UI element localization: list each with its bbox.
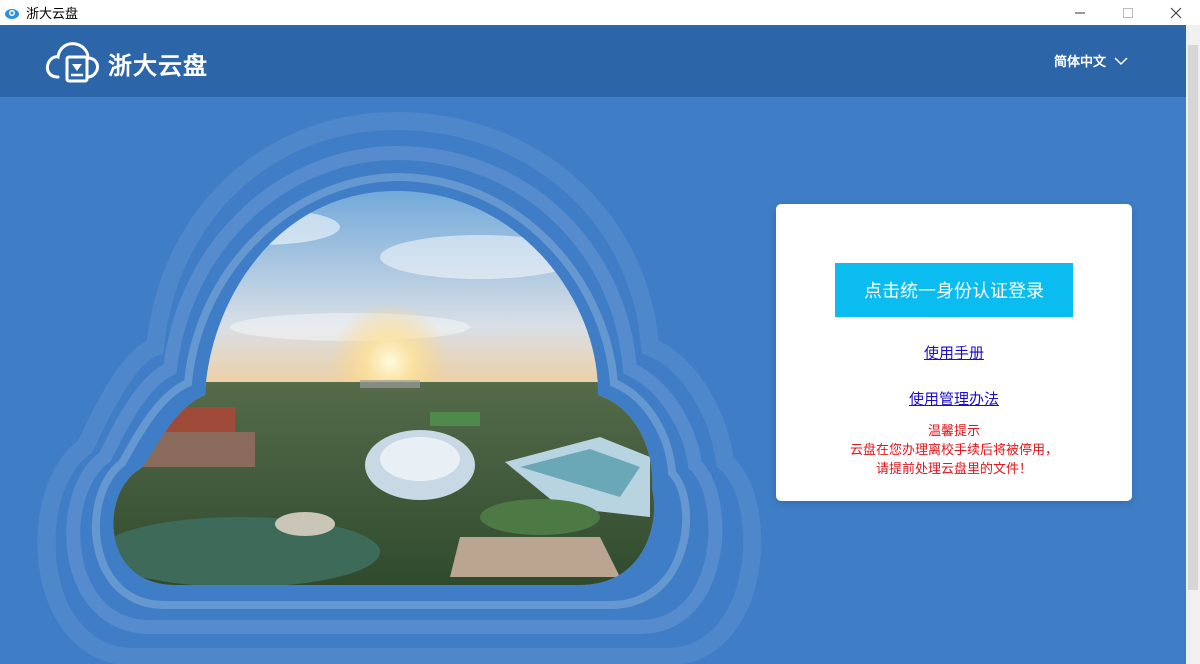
cloud-download-icon: [44, 39, 100, 87]
policy-link-row: 使用管理办法: [776, 388, 1132, 409]
notice: 温馨提示 云盘在您办理离校手续后将被停用， 请提前处理云盘里的文件！: [776, 422, 1132, 479]
main-area: 点击统一身份认证登录 使用手册 使用管理办法 温馨提示 云盘在您办理离校手续后将…: [0, 97, 1186, 664]
scrollbar[interactable]: [1186, 25, 1200, 664]
minimize-button[interactable]: [1056, 0, 1104, 25]
language-selector[interactable]: 简体中文: [1054, 51, 1128, 70]
scrollbar-thumb[interactable]: [1188, 45, 1198, 590]
notice-line-2: 请提前处理云盘里的文件！: [875, 462, 1032, 477]
notice-line-1: 云盘在您办理离校手续后将被停用，: [849, 443, 1058, 458]
close-button[interactable]: [1152, 0, 1200, 25]
notice-title: 温馨提示: [927, 424, 980, 439]
chevron-down-icon: [1114, 56, 1128, 66]
app-logo: 浙大云盘: [44, 39, 208, 87]
usage-policy-link[interactable]: 使用管理办法: [909, 390, 999, 408]
login-card: 点击统一身份认证登录 使用手册 使用管理办法 温馨提示 云盘在您办理离校手续后将…: [776, 204, 1132, 501]
language-label: 简体中文: [1053, 55, 1106, 70]
sso-login-button[interactable]: 点击统一身份认证登录: [835, 263, 1073, 317]
app-header: 浙大云盘 简体中文: [0, 25, 1186, 97]
window-titlebar: 浙大云盘: [0, 0, 1200, 25]
app-logo-text: 浙大云盘: [108, 51, 208, 80]
user-manual-link[interactable]: 使用手册: [924, 344, 984, 362]
window-title: 浙大云盘: [26, 7, 79, 22]
maximize-button[interactable]: [1104, 0, 1152, 25]
cloud-app-icon: [3, 4, 21, 22]
manual-link-row: 使用手册: [776, 342, 1132, 363]
